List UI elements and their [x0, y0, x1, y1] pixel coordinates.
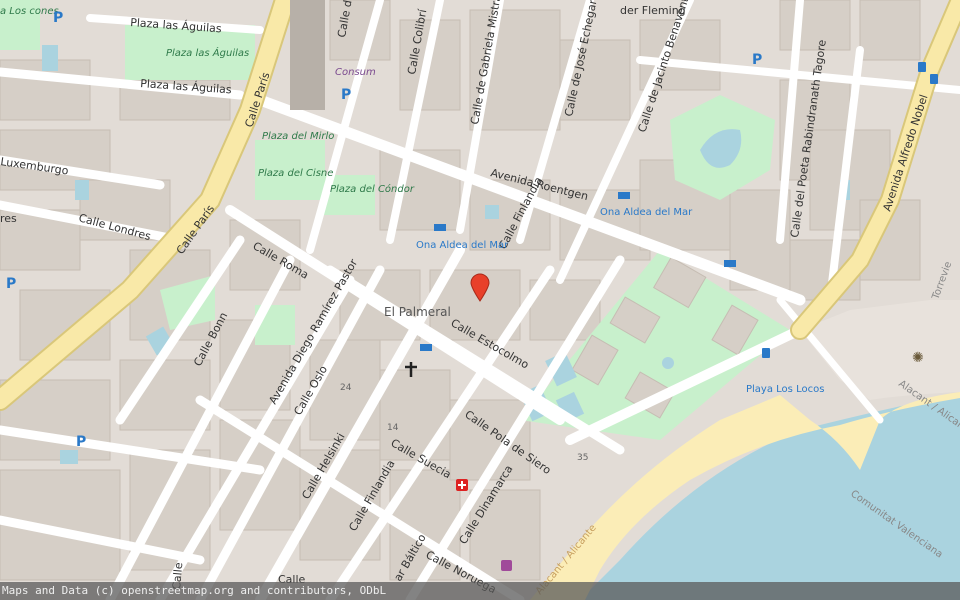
- label-plaza-mirlo: Plaza del Mirlo: [262, 131, 334, 142]
- hotel-icon[interactable]: [420, 344, 432, 351]
- label-los-cones: a Los cones: [0, 6, 59, 17]
- label-plaza-cisne: Plaza del Cisne: [258, 168, 333, 179]
- bus-stop-icon[interactable]: [930, 74, 938, 84]
- bus-stop-icon[interactable]: [918, 62, 926, 72]
- house-number: 35: [577, 453, 588, 463]
- parking-icon[interactable]: P: [53, 10, 63, 26]
- label-londres-left: res: [0, 212, 17, 225]
- map-attribution[interactable]: Maps and Data (c) openstreetmap.org and …: [0, 582, 960, 600]
- plaza-area: [290, 0, 325, 110]
- label-consum: Consum: [335, 67, 376, 78]
- house-number: 14: [387, 423, 399, 433]
- label-ona-aldea-1: Ona Aldea del Mar: [416, 240, 509, 251]
- parking-icon[interactable]: P: [6, 276, 16, 292]
- pharmacy-icon[interactable]: [456, 479, 468, 491]
- map-view[interactable]: Plaza las Águilas Plaza las Águilas Call…: [0, 0, 960, 600]
- label-el-palmeral: El Palmeral: [384, 305, 451, 319]
- shop-icon[interactable]: [501, 560, 512, 571]
- label-playa-locos: Playa Los Locos: [746, 384, 824, 395]
- hotel-icon[interactable]: [434, 224, 446, 231]
- hotel-icon[interactable]: [724, 260, 736, 267]
- house-number: 24: [340, 383, 352, 393]
- parking-icon[interactable]: P: [341, 87, 351, 103]
- hotel-icon[interactable]: [618, 192, 630, 199]
- label-plaza-aguilas-green: Plaza las Águilas: [166, 46, 249, 59]
- palm-icon: ✺: [912, 350, 924, 366]
- parking-icon[interactable]: P: [752, 52, 762, 68]
- parking-icon[interactable]: P: [76, 434, 86, 450]
- label-ona-aldea-2: Ona Aldea del Mar: [600, 207, 693, 218]
- label-plaza-condor: Plaza del Cóndor: [330, 183, 415, 195]
- map-canvas[interactable]: Plaza las Águilas Plaza las Águilas Call…: [0, 0, 960, 600]
- bus-stop-icon[interactable]: [762, 348, 770, 358]
